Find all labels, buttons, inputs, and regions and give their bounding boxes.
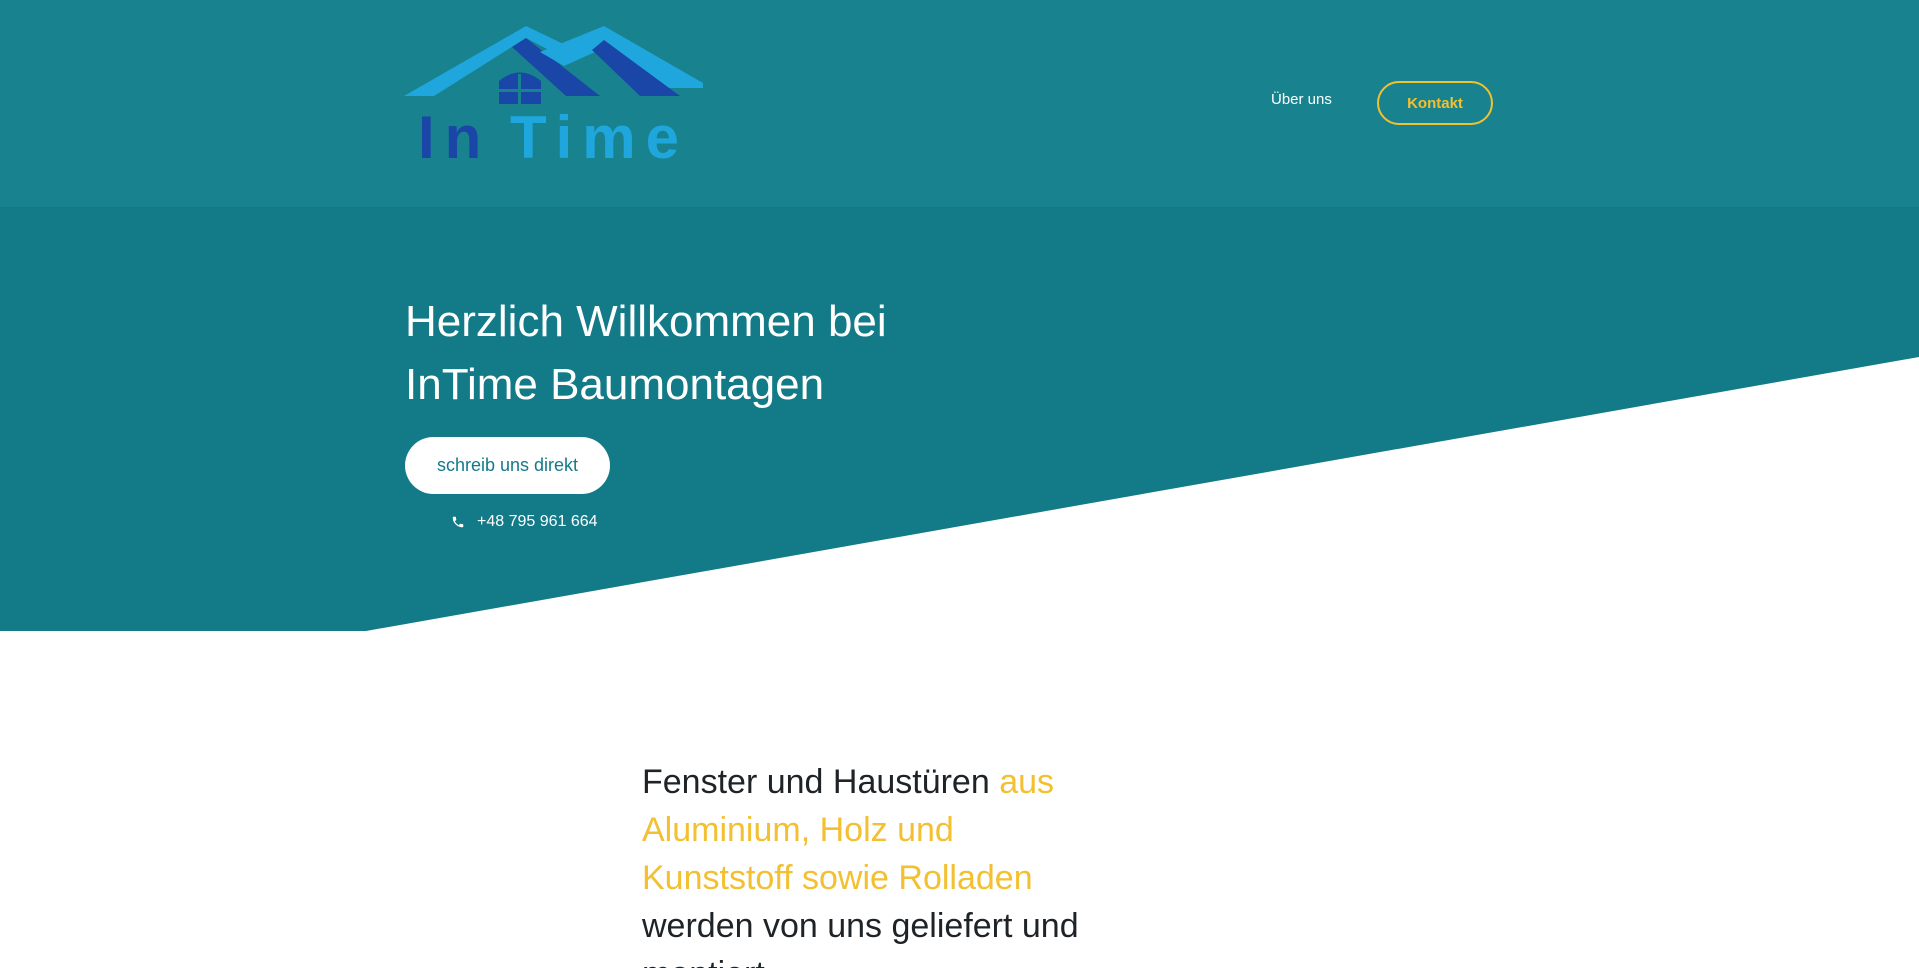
phone-link[interactable]: +48 795 961 664 [451, 513, 598, 531]
intro-heading: Fenster und Haustüren aus Aluminium, Hol… [642, 758, 1112, 968]
contact-button[interactable]: Kontakt [1377, 81, 1493, 125]
phone-icon [451, 515, 465, 529]
hero-title-line-2: InTime Baumontagen [405, 360, 825, 409]
hero-title: Herzlich Willkommen bei InTime Baumontag… [405, 290, 965, 416]
site-header: In Time Über uns Kontakt [0, 0, 1919, 207]
intro-text-part-2: werden von uns geliefert und montiert. [642, 907, 1079, 968]
site-logo[interactable]: In Time [404, 26, 704, 166]
svg-text:Time: Time [510, 104, 689, 166]
hero-title-line-1: Herzlich Willkommen bei [405, 297, 887, 346]
phone-number: +48 795 961 664 [477, 513, 598, 530]
logo-house-graphic: In Time [404, 26, 703, 166]
write-us-button[interactable]: schreib uns direkt [405, 437, 610, 494]
nav-link-about[interactable]: Über uns [1271, 91, 1332, 108]
intro-text-part-1: Fenster und Haustüren [642, 763, 1000, 801]
hero-background [0, 207, 1919, 631]
page: In Time Über uns Kontakt Herzlich Willko… [0, 0, 1919, 968]
hero-section [0, 207, 1919, 631]
svg-text:In: In [418, 104, 491, 166]
